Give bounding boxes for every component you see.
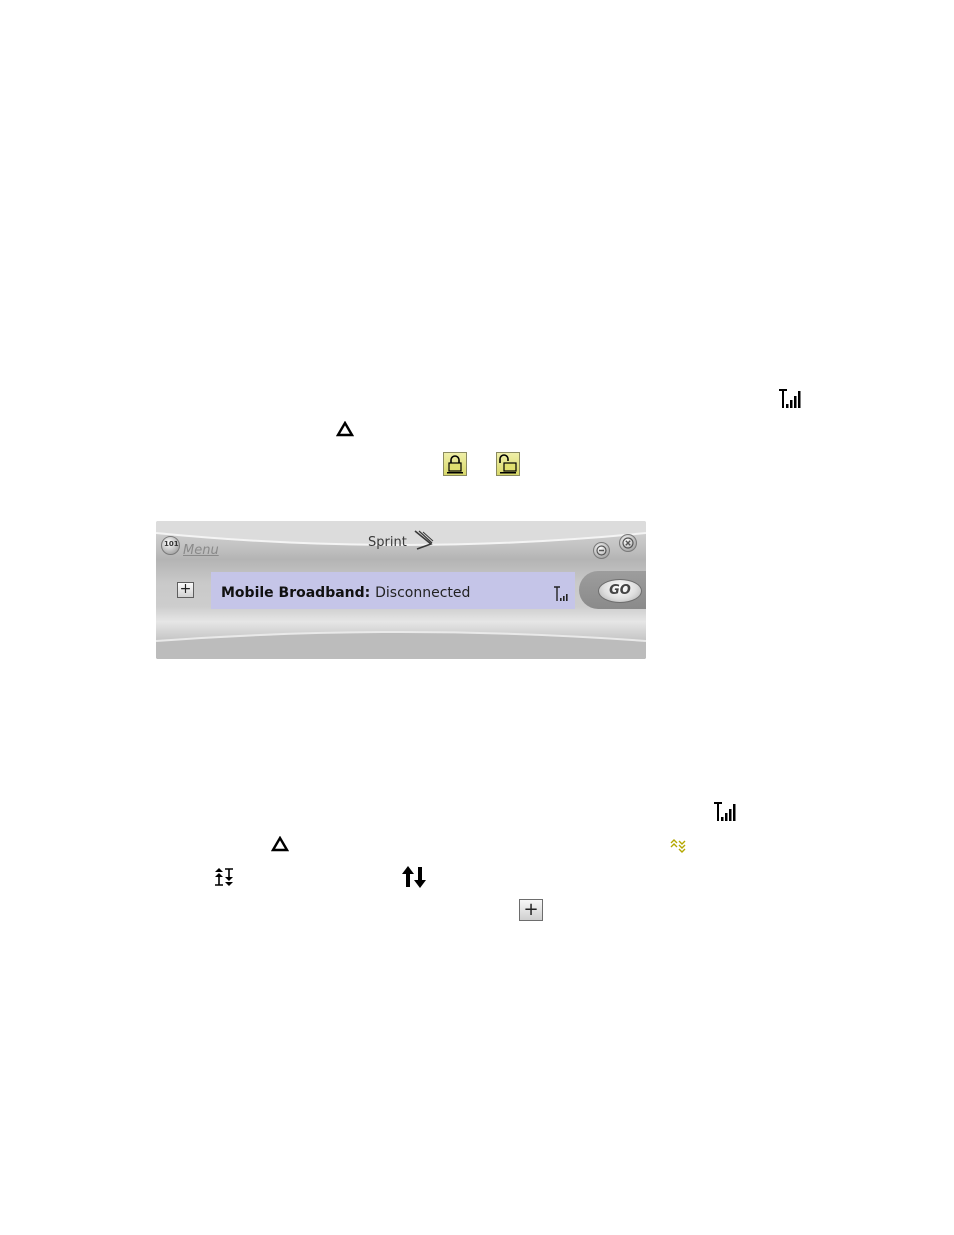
minimize-button[interactable] bbox=[593, 542, 610, 559]
go-button[interactable]: GO bbox=[598, 579, 642, 603]
menu-button-glyph: 101 bbox=[164, 540, 179, 548]
locked-padlock-icon bbox=[443, 452, 467, 476]
connection-status-panel: Mobile Broadband: Disconnected bbox=[211, 572, 575, 609]
connection-status: Mobile Broadband: Disconnected bbox=[221, 585, 470, 601]
up-down-arrows-icon bbox=[214, 867, 234, 887]
signal-strength-icon bbox=[778, 389, 802, 410]
status-signal-icon bbox=[553, 586, 569, 606]
close-icon bbox=[622, 537, 634, 549]
dormant-arrows-icon bbox=[670, 838, 686, 854]
status-label: Mobile Broadband: bbox=[221, 585, 371, 601]
signal-strength-icon bbox=[713, 802, 737, 823]
expand-button[interactable]: + bbox=[177, 582, 194, 598]
close-button[interactable] bbox=[619, 534, 637, 552]
unlocked-padlock-icon bbox=[496, 452, 520, 476]
sprint-connection-manager-widget: 101 Menu Sprint + Mobile Broadband: Disc… bbox=[156, 521, 646, 659]
roaming-triangle-icon bbox=[336, 421, 354, 437]
roaming-triangle-icon bbox=[271, 836, 289, 852]
minimize-icon bbox=[596, 545, 607, 556]
sprint-logo-text: Sprint bbox=[368, 535, 407, 550]
menu-button[interactable]: 101 bbox=[161, 536, 180, 555]
data-activity-arrows-icon bbox=[401, 865, 427, 889]
expand-plus-icon: + bbox=[519, 899, 543, 921]
bottom-bezel bbox=[156, 631, 646, 659]
sprint-logo-icon bbox=[413, 529, 435, 555]
status-value: Disconnected bbox=[375, 585, 471, 601]
menu-label[interactable]: Menu bbox=[183, 543, 219, 558]
